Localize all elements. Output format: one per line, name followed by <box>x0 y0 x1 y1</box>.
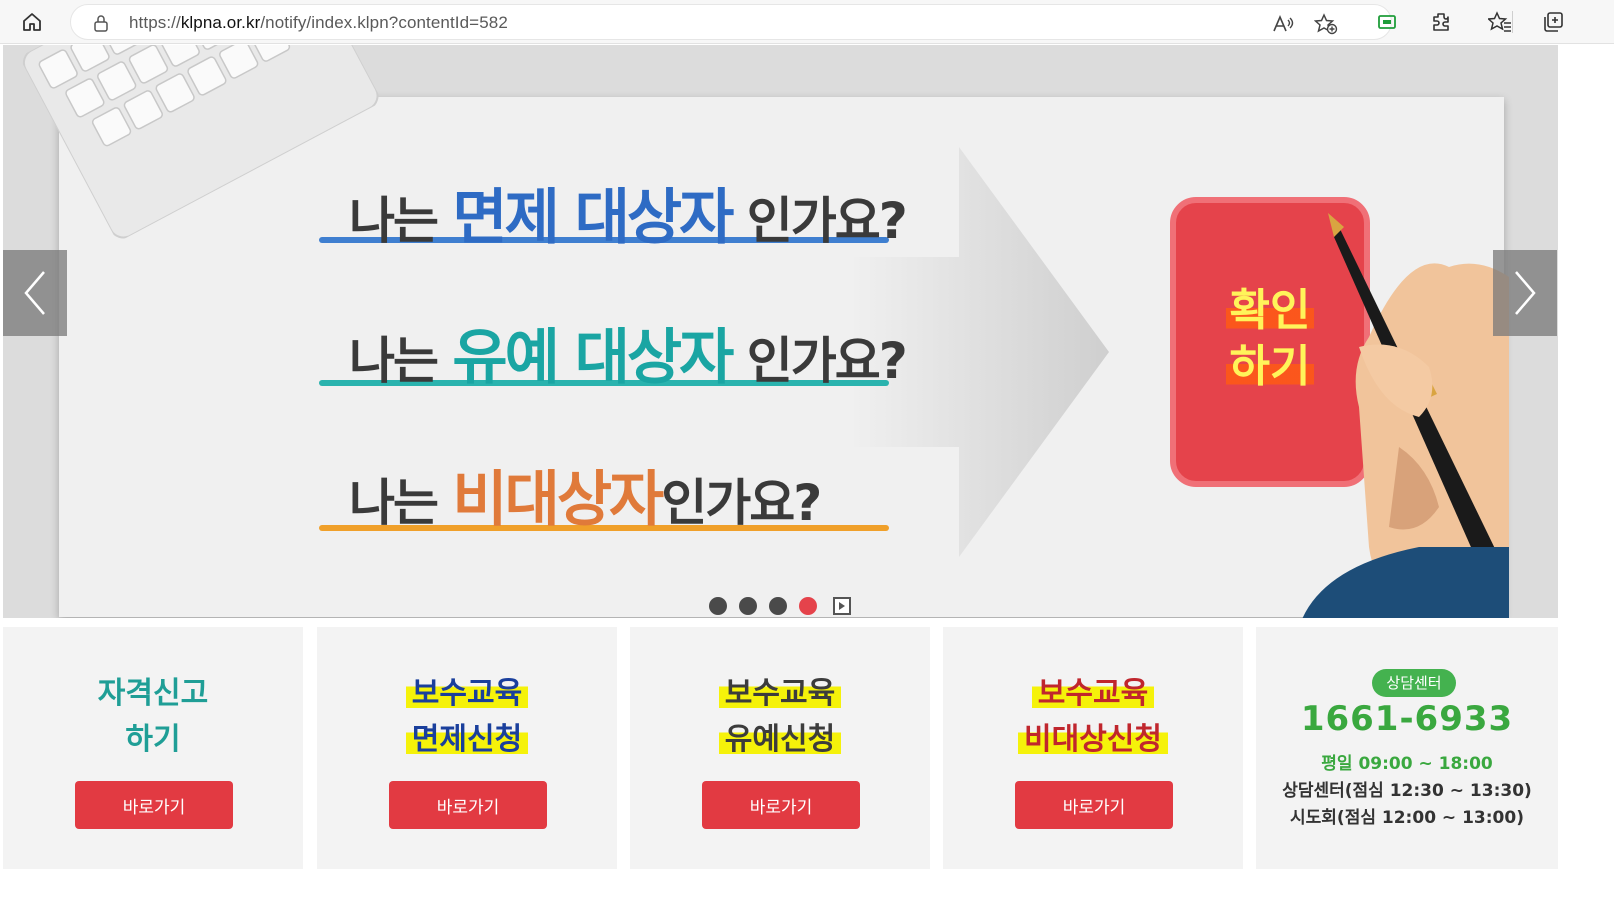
slider-play-button[interactable] <box>833 597 851 615</box>
favorites-icon[interactable] <box>1486 8 1514 36</box>
card-title-line2: 면제신청 <box>405 722 529 757</box>
education-exemption-go-button[interactable]: 바로가기 <box>389 781 547 829</box>
quick-links: 자격신고 하기 바로가기 보수교육 면제신청 바로가기 보수교육 유예신청 바로… <box>3 627 1558 869</box>
weekday-label: 평일 <box>1321 754 1353 774</box>
hand-with-pen-icon <box>1302 213 1509 618</box>
card-education-exemption: 보수교육 면제신청 바로가기 <box>317 627 617 869</box>
branch-lunch-hours: 시도회(점심 12:00 ~ 13:00) <box>1290 808 1524 828</box>
weekday-hours: 09:00 ~ 18:00 <box>1358 754 1493 774</box>
slider-next-button[interactable] <box>1493 250 1557 336</box>
banner-question-nontarget: 나는 비대상자인가요? <box>349 465 822 535</box>
card-qualification-report: 자격신고 하기 바로가기 <box>3 627 303 869</box>
consultation-hours: 평일 09:00 ~ 18:00 상담센터(점심 12:30 ~ 13:30) … <box>1256 751 1558 832</box>
card-title-line1: 보수교육 <box>405 676 529 711</box>
card-title-line2: 하기 <box>125 722 181 757</box>
education-nontarget-go-button[interactable]: 바로가기 <box>1015 781 1173 829</box>
main-banner-slider[interactable]: 나는 면제 대상자 인가요? 나는 유예 대상자 인가요? 나는 비대상자인가요… <box>3 45 1558 618</box>
chevron-left-icon <box>24 271 45 315</box>
card-education-deferral: 보수교육 유예신청 바로가기 <box>630 627 930 869</box>
slider-dot-3[interactable] <box>769 597 787 615</box>
consultation-center-badge: 상담센터 <box>1372 669 1456 697</box>
card-title-line2: 유예신청 <box>718 722 842 757</box>
extensions-icon[interactable] <box>1427 8 1455 36</box>
center-lunch-hours: 상담센터(점심 12:30 ~ 13:30) <box>1282 781 1532 801</box>
card-title-line2: 비대상신청 <box>1018 722 1168 757</box>
slider-dot-4[interactable] <box>799 597 817 615</box>
keyboard-image-icon <box>22 45 379 239</box>
banner-question-deferral: 나는 유예 대상자 인가요? <box>349 323 908 393</box>
card-title-line1: 보수교육 <box>1031 676 1155 711</box>
read-aloud-icon[interactable] <box>1271 13 1295 35</box>
favorite-add-icon[interactable] <box>1314 13 1338 35</box>
card-title-line1: 자격신고 <box>97 676 209 711</box>
consultation-center-card: 상담센터 1661-6933 평일 09:00 ~ 18:00 상담센터(점심 … <box>1256 627 1558 869</box>
slider-pagination <box>709 596 851 616</box>
url-text[interactable]: https://klpna.or.kr/notify/index.klpn?co… <box>129 13 508 33</box>
card-education-nontarget: 보수교육 비대상신청 바로가기 <box>943 627 1243 869</box>
chevron-right-icon <box>1515 271 1536 315</box>
card-title-line1: 보수교육 <box>718 676 842 711</box>
qualification-report-go-button[interactable]: 바로가기 <box>75 781 233 829</box>
play-icon <box>839 602 845 610</box>
collections-icon[interactable] <box>1539 8 1567 36</box>
browser-toolbar: https://klpna.or.kr/notify/index.klpn?co… <box>0 0 1614 44</box>
address-bar[interactable]: https://klpna.or.kr/notify/index.klpn?co… <box>70 4 1392 40</box>
banner-slide: 나는 면제 대상자 인가요? 나는 유예 대상자 인가요? 나는 비대상자인가요… <box>22 45 1509 618</box>
screen-capture-icon[interactable] <box>1373 8 1401 36</box>
slider-dot-1[interactable] <box>709 597 727 615</box>
slider-dot-2[interactable] <box>739 597 757 615</box>
home-icon[interactable] <box>18 8 46 36</box>
slider-prev-button[interactable] <box>3 250 67 336</box>
banner-question-exempt: 나는 면제 대상자 인가요? <box>349 183 908 253</box>
education-deferral-go-button[interactable]: 바로가기 <box>702 781 860 829</box>
lock-icon[interactable] <box>93 14 109 36</box>
consultation-phone[interactable]: 1661-6933 <box>1256 699 1558 739</box>
